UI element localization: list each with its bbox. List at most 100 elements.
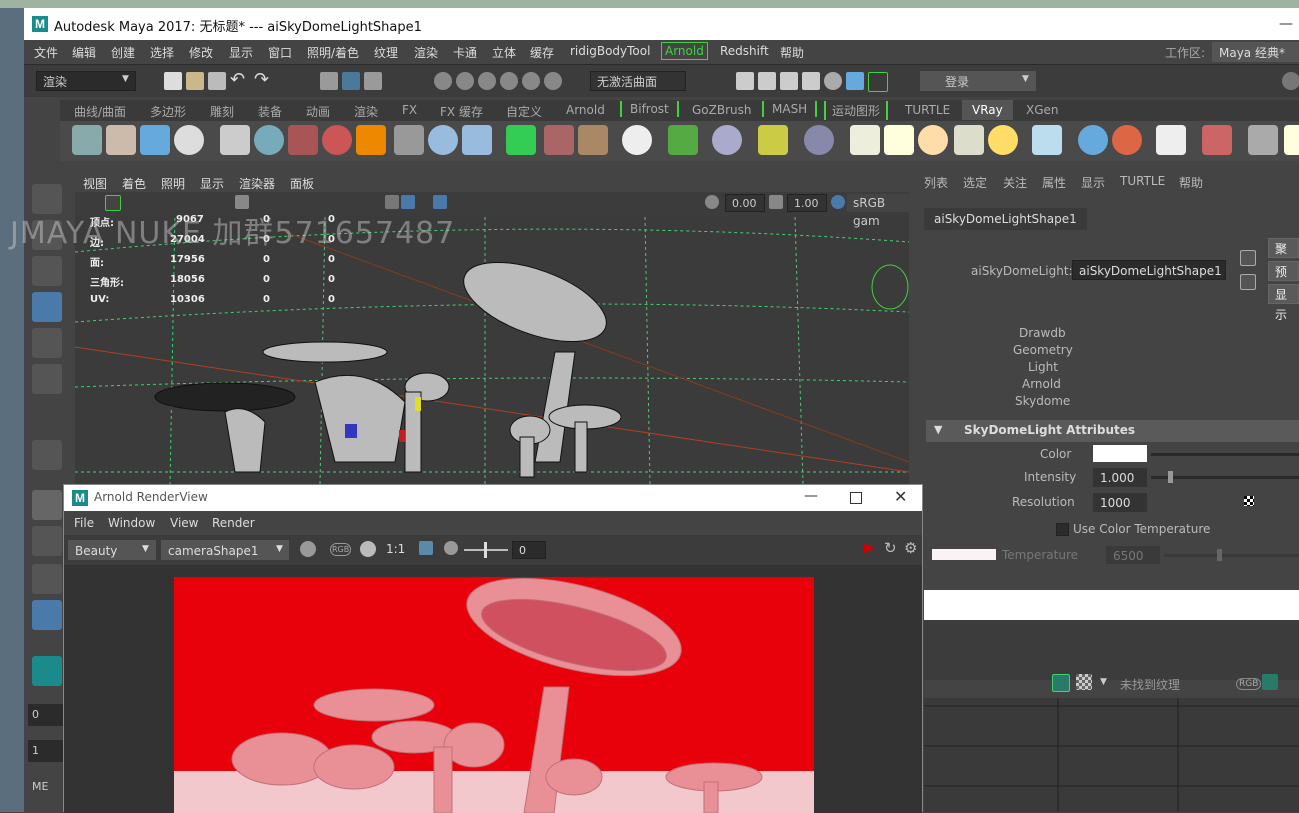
rv-menu-render[interactable]: Render — [212, 516, 255, 530]
menu-create[interactable]: 创建 — [111, 44, 135, 61]
menu-file[interactable]: 文件 — [34, 44, 58, 61]
vray-icon-19[interactable] — [758, 125, 788, 155]
hypershade-icon[interactable] — [824, 72, 842, 90]
ae-temperature-field[interactable]: 6500 — [1106, 546, 1160, 564]
vp-menu-lighting[interactable]: 照明 — [161, 175, 185, 192]
rotate-tool-icon[interactable] — [32, 328, 62, 358]
shelf-tab-sculpt[interactable]: 雕刻 — [210, 103, 234, 120]
menu-display[interactable]: 显示 — [229, 44, 253, 61]
render-settings-icon[interactable] — [802, 72, 820, 90]
vp-wireframe-icon[interactable] — [385, 195, 399, 209]
vp-exposure-icon[interactable] — [705, 195, 719, 209]
scale-tool-icon[interactable] — [32, 364, 62, 394]
snap-surface-icon[interactable] — [522, 72, 540, 90]
left-field-start[interactable]: 1 — [28, 740, 66, 762]
vray-icon-15[interactable] — [578, 125, 608, 155]
ae-intensity-field[interactable]: 1.000 — [1093, 468, 1147, 487]
texture-view-icon[interactable] — [1052, 674, 1070, 692]
ae-color-slider[interactable] — [1151, 453, 1299, 456]
vray-icon-2[interactable] — [106, 125, 136, 155]
vray-icon-13[interactable] — [506, 125, 536, 155]
uv-editor-grid[interactable] — [924, 698, 1299, 812]
rv-menu-window[interactable]: Window — [108, 516, 155, 530]
shelf-tab-arnold[interactable]: Arnold — [566, 103, 605, 117]
ae-intensity-slider[interactable] — [1151, 476, 1299, 479]
rv-channel-icon[interactable] — [300, 541, 316, 557]
rv-settings-gear-icon[interactable]: ⚙ — [904, 539, 917, 557]
texture-chevron-icon[interactable]: ▼ — [1100, 677, 1107, 687]
rv-frame-field[interactable]: 0 — [512, 541, 546, 559]
arnold-pause-icon[interactable] — [868, 72, 888, 92]
outliner-layout-icon[interactable] — [32, 600, 62, 630]
snap-curve-icon[interactable] — [456, 72, 474, 90]
layout-two-icon[interactable] — [32, 564, 62, 594]
menu-help[interactable]: 帮助 — [780, 44, 804, 61]
vray-icon-11[interactable] — [428, 125, 458, 155]
shelf-tab-curves[interactable]: 曲线/曲面 — [74, 103, 126, 120]
layout-single-icon[interactable] — [32, 440, 62, 470]
ae-select-button[interactable]: 聚 — [1268, 238, 1299, 258]
vray-icon-1[interactable] — [72, 125, 102, 155]
vray-icon-31[interactable] — [1248, 125, 1278, 155]
rv-exposure-icon[interactable] — [360, 541, 376, 557]
ae-node-name-field[interactable]: aiSkyDomeLightShape1 — [1072, 260, 1226, 280]
menu-stereo[interactable]: 立体 — [492, 44, 516, 61]
shelf-tab-xgen[interactable]: XGen — [1026, 103, 1059, 117]
vray-icon-20[interactable] — [804, 125, 834, 155]
vp-gamma-field[interactable]: 1.00 — [787, 194, 827, 212]
shelf-tab-fx[interactable]: FX — [402, 103, 417, 117]
redo-icon[interactable]: ↷ — [254, 69, 269, 90]
render-frame-icon[interactable] — [736, 72, 754, 90]
vray-icon-28[interactable] — [1112, 125, 1142, 155]
shelf-tab-polygons[interactable]: 多边形 — [150, 103, 186, 120]
paint-select-icon[interactable] — [32, 256, 62, 286]
texture-image-icon[interactable] — [1262, 674, 1278, 690]
minimize-icon[interactable]: — — [1279, 16, 1293, 32]
menu-cache[interactable]: 缓存 — [530, 44, 554, 61]
vray-icon-18[interactable] — [712, 125, 742, 155]
ae-menu-show[interactable]: 显示 — [1081, 174, 1105, 191]
vray-icon-16[interactable] — [622, 125, 652, 155]
vp-menu-show[interactable]: 显示 — [200, 175, 224, 192]
ae-color-swatch[interactable] — [1093, 445, 1147, 462]
rv-close-icon[interactable]: ✕ — [894, 487, 907, 506]
rv-region-icon[interactable] — [419, 541, 433, 555]
ae-menu-focus[interactable]: 关注 — [1003, 174, 1027, 191]
menu-toon[interactable]: 卡通 — [453, 44, 477, 61]
vp-menu-shading[interactable]: 着色 — [122, 175, 146, 192]
vp-gamma-icon[interactable] — [769, 195, 783, 209]
rv-frame-handle[interactable] — [484, 542, 487, 558]
shelf-tab-turtle[interactable]: TURTLE — [905, 103, 950, 117]
render-view-title-bar[interactable]: M Arnold RenderView — ✕ — [64, 485, 922, 511]
vray-grass-icon[interactable] — [668, 125, 698, 155]
vray-icon-26[interactable] — [1032, 125, 1062, 155]
menu-rigidbodytool[interactable]: ridigBodyTool — [570, 44, 650, 58]
undo-icon[interactable]: ↶ — [230, 69, 245, 90]
vray-icon-23[interactable] — [918, 125, 948, 155]
vray-icon-7[interactable] — [288, 125, 318, 155]
ae-menu-attributes[interactable]: 属性 — [1042, 174, 1066, 191]
snap-grid-icon[interactable] — [434, 72, 452, 90]
layout-quick-icon[interactable] — [32, 490, 62, 520]
vray-icon-3[interactable] — [140, 125, 170, 155]
ae-show-button[interactable]: 显示 — [1268, 284, 1299, 322]
menu-texture[interactable]: 纹理 — [374, 44, 398, 61]
menu-render[interactable]: 渲染 — [414, 44, 438, 61]
vray-icon-12[interactable] — [462, 125, 492, 155]
left-field-frame[interactable]: 0 — [28, 704, 66, 726]
vp-exposure-field[interactable]: 0.00 — [725, 194, 765, 212]
ipr-render-icon[interactable] — [780, 72, 798, 90]
vray-icon-27[interactable] — [1078, 125, 1108, 155]
rv-camera-select[interactable]: cameraShape1 — [161, 540, 289, 560]
workspace-select[interactable]: Maya 经典* — [1212, 42, 1299, 62]
rv-maximize-icon[interactable] — [850, 492, 862, 504]
menu-lighting[interactable]: 照明/着色 — [307, 44, 359, 61]
shelf-tab-rendering[interactable]: 渲染 — [354, 103, 378, 120]
vray-icon-8[interactable] — [322, 125, 352, 155]
ae-intensity-handle[interactable] — [1168, 471, 1173, 483]
ae-node-tab[interactable]: aiSkyDomeLightShape1 — [924, 208, 1087, 230]
vray-sphere-icon[interactable] — [254, 125, 284, 155]
select-object-icon[interactable] — [342, 72, 360, 90]
shelf-tab-fx-cache[interactable]: FX 缓存 — [440, 103, 483, 120]
vray-icon-14[interactable] — [544, 125, 574, 155]
